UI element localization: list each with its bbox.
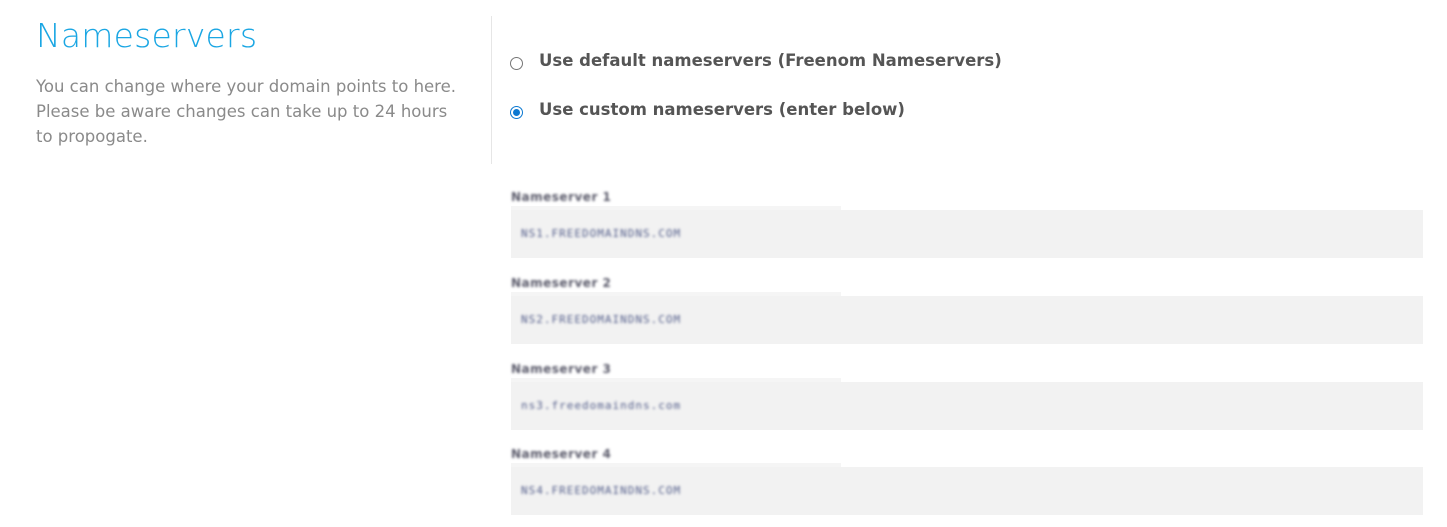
custom-nameservers-option[interactable]: Use custom nameservers (enter below) (510, 97, 905, 123)
nameserver-1-group: Nameserver 1 NS1.FREEDOMAINDNS.COM (511, 190, 1423, 258)
input-edge (511, 463, 841, 467)
nameserver-4-input[interactable] (511, 467, 1423, 515)
custom-nameservers-radio[interactable] (510, 106, 523, 119)
page-title: Nameservers (36, 16, 258, 55)
default-nameservers-option[interactable]: Use default nameservers (Freenom Nameser… (510, 48, 1002, 74)
nameserver-1-input[interactable] (511, 210, 1423, 258)
default-nameservers-radio[interactable] (510, 57, 523, 70)
nameserver-3-label: Nameserver 3 (511, 362, 612, 376)
input-edge (511, 206, 841, 210)
nameserver-2-group: Nameserver 2 NS2.FREEDOMAINDNS.COM (511, 276, 1423, 344)
nameserver-2-input[interactable] (511, 296, 1423, 344)
nameserver-2-label: Nameserver 2 (511, 276, 612, 290)
default-nameservers-label[interactable]: Use default nameservers (Freenom Nameser… (539, 48, 1002, 74)
input-edge (511, 292, 841, 296)
nameserver-1-label: Nameserver 1 (511, 190, 612, 204)
custom-nameservers-label[interactable]: Use custom nameservers (enter below) (539, 97, 905, 123)
nameserver-4-label: Nameserver 4 (511, 447, 612, 461)
section-description: You can change where your domain points … (36, 77, 457, 146)
input-edge (511, 378, 841, 382)
nameserver-4-group: Nameserver 4 NS4.FREEDOMAINDNS.COM (511, 447, 1423, 515)
nameserver-3-group: Nameserver 3 ns3.freedomaindns.com (511, 362, 1423, 430)
column-divider (491, 16, 492, 164)
nameserver-3-input[interactable] (511, 382, 1423, 430)
section-intro: Nameservers You can change where your do… (36, 14, 476, 149)
